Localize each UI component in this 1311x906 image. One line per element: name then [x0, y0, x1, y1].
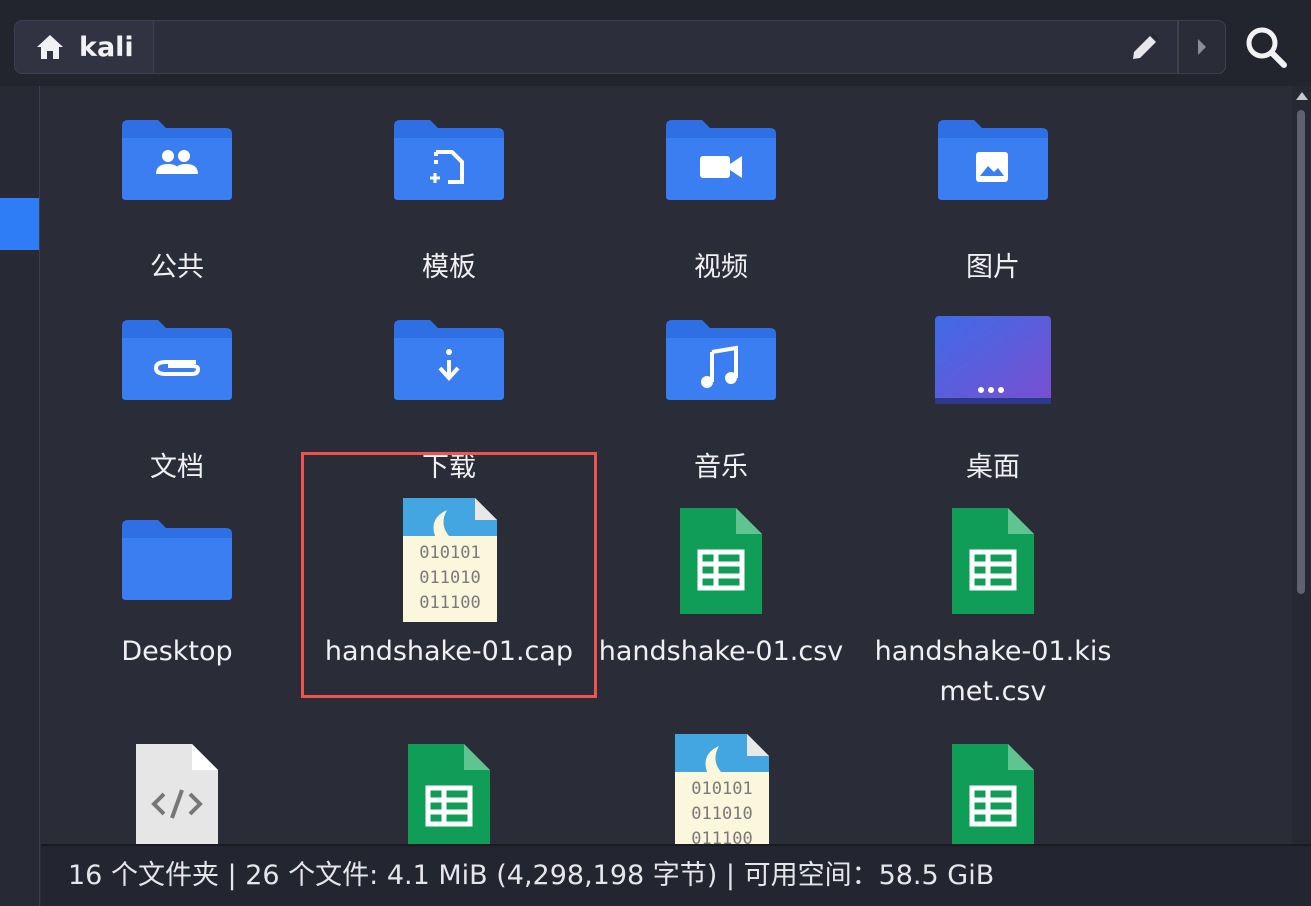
scrollbar-thumb[interactable] — [1297, 110, 1305, 594]
file-item-public[interactable]: 公共 — [41, 106, 313, 306]
folder-downloads-icon — [394, 320, 504, 400]
file-item-name: Desktop — [121, 636, 233, 667]
spreadsheet-file-icon — [680, 508, 762, 614]
code-file-icon — [136, 744, 218, 844]
file-item-templates[interactable]: 模板 — [313, 106, 585, 306]
file-item-documents[interactable]: 文档 — [41, 306, 313, 506]
file-item-handshake-kismet-csv[interactable]: handshake-01.kismet.csv — [857, 506, 1129, 707]
file-item-name: 文档 — [150, 452, 204, 483]
spreadsheet-file-icon — [408, 744, 490, 844]
scroll-up-arrow-icon[interactable] — [1296, 92, 1308, 100]
file-item-sheet[interactable] — [313, 742, 585, 844]
file-item-name: 视频 — [694, 252, 748, 283]
binary-line: 010101 — [419, 543, 480, 563]
file-item-name: 模板 — [422, 252, 476, 283]
binary-line: 010101 — [691, 779, 752, 799]
spreadsheet-file-icon — [952, 508, 1034, 614]
status-text: 16 个文件夹 | 26 个文件: 4.1 MiB (4,298,198 字节)… — [68, 860, 995, 891]
toolbar: kali — [0, 0, 1311, 86]
pencil-icon — [1133, 33, 1159, 59]
folder-pictures-icon — [938, 120, 1048, 200]
folder-videos-icon — [666, 120, 776, 200]
search-button[interactable] — [1236, 18, 1296, 76]
file-item-name: 图片 — [966, 252, 1020, 283]
file-item-name: 桌面 — [966, 452, 1020, 483]
binary-file-icon: 010101 011010 011100 — [403, 498, 497, 622]
sidebar-item-active[interactable] — [0, 198, 39, 250]
binary-line: 011010 — [419, 568, 480, 588]
file-item-code[interactable] — [41, 742, 313, 844]
file-item-name: handshake-01.csv — [598, 636, 844, 667]
desktop-folder-icon — [935, 316, 1051, 404]
file-item-desktop[interactable]: Desktop — [41, 506, 313, 706]
file-item-name: 下载 — [422, 452, 476, 483]
folder-public-icon — [122, 120, 232, 200]
file-item-name: handshake-01.cap — [324, 636, 574, 667]
file-item-desktop-cn[interactable]: 桌面 — [857, 306, 1129, 506]
file-item-sheet[interactable] — [857, 742, 1129, 844]
sidebar — [0, 86, 40, 906]
location-field[interactable] — [153, 20, 1178, 74]
folder-templates-icon — [394, 120, 504, 200]
breadcrumb-home[interactable]: kali — [14, 20, 154, 74]
file-manager-window: kali 公共 模板 视频 图片 文档 下载 音乐 桌面 Desktop 010… — [0, 0, 1311, 906]
spreadsheet-file-icon — [952, 744, 1034, 844]
file-item-name: 音乐 — [694, 452, 748, 483]
file-item-binary[interactable]: 010101 011010 011100 — [585, 732, 857, 844]
forward-button[interactable] — [1178, 20, 1226, 74]
search-icon — [1246, 27, 1287, 68]
breadcrumb-home-label: kali — [79, 31, 134, 63]
file-item-handshake-cap[interactable]: 010101 011010 011100 handshake-01.cap — [313, 496, 585, 696]
folder-documents-icon — [122, 320, 232, 400]
folder-music-icon — [666, 320, 776, 400]
file-item-pictures[interactable]: 图片 — [857, 106, 1129, 306]
file-item-handshake-csv[interactable]: handshake-01.csv — [585, 506, 857, 706]
file-item-videos[interactable]: 视频 — [585, 106, 857, 306]
chevron-right-icon — [1198, 39, 1206, 55]
file-item-downloads[interactable]: 下载 — [313, 306, 585, 506]
binary-line: 011100 — [419, 593, 480, 613]
binary-line: 011100 — [691, 829, 752, 844]
binary-file-icon: 010101 011010 011100 — [675, 734, 769, 844]
file-item-name: handshake-01.kismet.csv — [874, 636, 1112, 707]
status-bar: 16 个文件夹 | 26 个文件: 4.1 MiB (4,298,198 字节)… — [41, 844, 1311, 906]
home-icon — [37, 35, 63, 59]
file-item-name: 公共 — [150, 252, 204, 283]
file-grid: 公共 模板 视频 图片 文档 下载 音乐 桌面 Desktop 010101 0… — [41, 86, 1311, 844]
binary-line: 011010 — [691, 804, 752, 824]
folder-icon — [122, 520, 232, 600]
edit-location-button[interactable] — [1120, 24, 1170, 70]
file-item-music[interactable]: 音乐 — [585, 306, 857, 506]
